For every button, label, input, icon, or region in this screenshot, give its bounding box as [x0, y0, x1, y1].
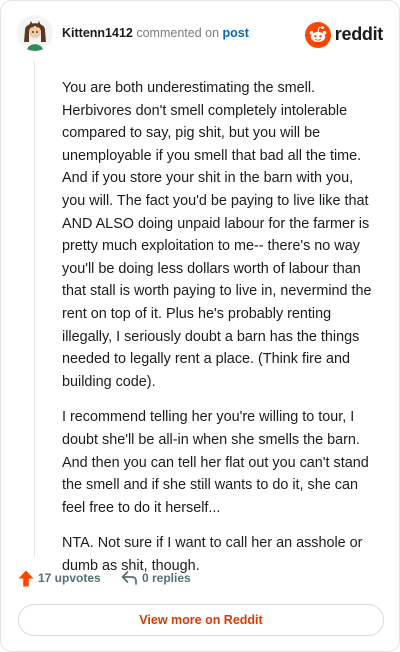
comment-header: Kittenn1412 commented on post reddit	[17, 15, 383, 55]
upvote-arrow-icon	[18, 570, 34, 587]
upvote-count: 17 upvotes	[38, 571, 101, 585]
byline-action-text: commented on	[136, 26, 220, 40]
view-more-on-reddit-button[interactable]: View more on Reddit	[18, 604, 384, 636]
reply-arrow-icon	[121, 571, 137, 585]
reddit-wordmark: reddit	[334, 24, 384, 44]
reply-count: 0 replies	[142, 571, 191, 585]
thread-line	[34, 61, 35, 557]
comment-body: You are both underestimating the smell. …	[62, 77, 372, 590]
comment-paragraph: You are both underestimating the smell. …	[62, 80, 372, 390]
embedded-comment-card: Kittenn1412 commented on post reddit You…	[0, 0, 400, 652]
reddit-logo-icon	[305, 22, 331, 48]
post-link[interactable]: post	[223, 26, 249, 40]
comment-paragraph: NTA. Not sure if I want to call her an a…	[62, 535, 363, 574]
comment-paragraph: I recommend telling her you're willing t…	[62, 409, 369, 516]
byline: Kittenn1412 commented on post	[62, 26, 249, 40]
username-link[interactable]: Kittenn1412	[62, 26, 133, 40]
avatar-icon[interactable]	[17, 15, 53, 51]
